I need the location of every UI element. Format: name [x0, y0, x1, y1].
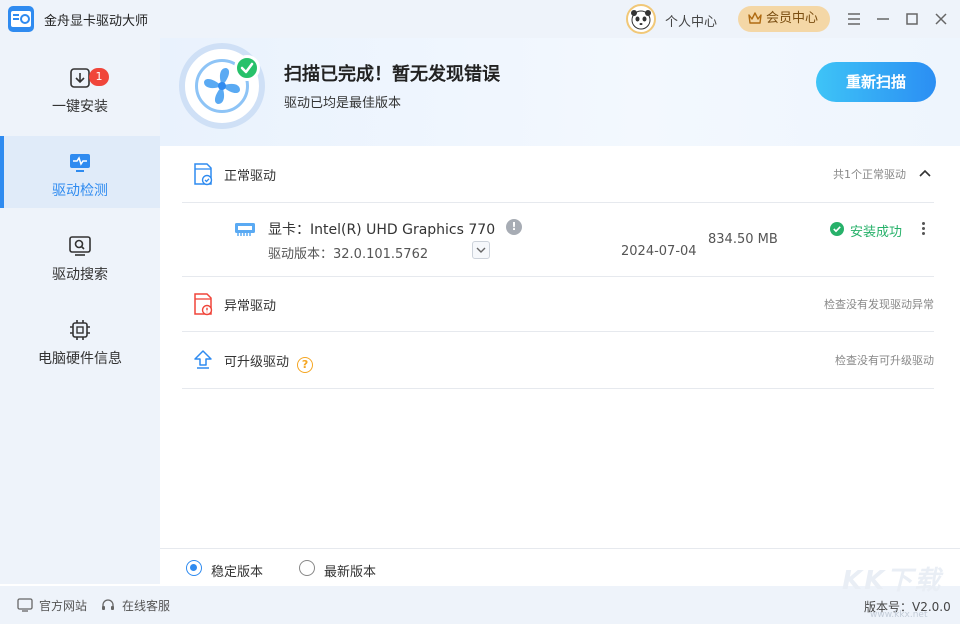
divider	[182, 388, 934, 389]
title-bar: 金舟显卡驱动大师 个人中心 会员中心	[0, 0, 960, 38]
abnormal-drivers-header: 异常驱动 检查没有发现驱动异常	[182, 276, 934, 332]
vip-center-button[interactable]: 会员中心	[738, 6, 830, 32]
monitor-icon	[17, 598, 33, 612]
chevron-up-icon[interactable]	[918, 166, 932, 184]
pulse-monitor-icon	[68, 150, 92, 174]
upgradable-drivers-label: 可升级驱动	[224, 355, 290, 370]
document-check-icon	[192, 162, 214, 186]
install-status-label: 安装成功	[850, 225, 903, 240]
rescan-button[interactable]: 重新扫描	[816, 62, 936, 102]
close-icon[interactable]	[931, 9, 951, 29]
headset-icon	[102, 599, 114, 610]
success-check-icon	[234, 55, 260, 81]
document-warning-icon	[192, 292, 214, 316]
upgradable-drivers-title: 可升级驱动?	[224, 351, 314, 373]
sidebar-item-label: 一键安装	[52, 99, 108, 115]
sidebar-item-label: 驱动检测	[52, 183, 108, 199]
abnormal-drivers-note: 检查没有发现驱动异常	[824, 298, 934, 311]
sidebar: 1 一键安装 驱动检测 驱动搜索 电脑硬件信息	[0, 38, 160, 584]
driver-row: 显卡：Intel(R) UHD Graphics 770 ! 驱动版本：32.0…	[182, 202, 934, 276]
official-website-label: 官方网站	[39, 599, 88, 613]
user-avatar[interactable]	[626, 4, 656, 34]
official-website-link[interactable]: 官方网站	[17, 597, 87, 614]
chevron-down-icon	[476, 247, 486, 253]
sidebar-item-driver-detection[interactable]: 驱动检测	[0, 136, 160, 208]
normal-drivers-title: 正常驱动	[224, 169, 277, 184]
driver-name: 显卡：Intel(R) UHD Graphics 770	[268, 222, 496, 238]
online-support-label: 在线客服	[122, 599, 171, 613]
crown-icon	[748, 12, 762, 24]
scan-result-subtitle: 驱动已均是最佳版本	[284, 96, 402, 111]
driver-size: 834.50 MB	[708, 232, 778, 247]
latest-version-radio[interactable]	[299, 560, 315, 576]
sidebar-item-label: 电脑硬件信息	[38, 351, 122, 367]
chip-icon	[68, 318, 92, 342]
upgrade-arrow-icon	[192, 348, 214, 372]
personal-center-link[interactable]: 个人中心	[665, 11, 717, 30]
app-title: 金舟显卡驱动大师	[44, 14, 149, 29]
footer: 官方网站 在线客服 版本号：V2.0.0	[0, 586, 960, 624]
help-icon[interactable]: ?	[297, 357, 314, 373]
normal-drivers-header[interactable]: 正常驱动 共1个正常驱动	[182, 146, 934, 202]
search-monitor-icon	[68, 234, 92, 258]
notification-badge: 1	[89, 68, 109, 86]
vip-center-label: 会员中心	[766, 11, 819, 26]
minimize-icon[interactable]	[873, 9, 893, 29]
version-dropdown-button[interactable]	[472, 241, 490, 259]
scan-result-title: 扫描已完成！暂无发现错误	[284, 64, 500, 85]
online-support-link[interactable]: 在线客服	[100, 597, 170, 614]
scan-result-banner: 扫描已完成！暂无发现错误 驱动已均是最佳版本 重新扫描	[160, 38, 960, 146]
upgradable-drivers-header: 可升级驱动? 检查没有可升级驱动	[182, 332, 934, 388]
menu-icon[interactable]	[844, 9, 864, 29]
watermark-logo: KK下载	[842, 566, 943, 596]
stable-version-label[interactable]: 稳定版本	[211, 561, 263, 580]
abnormal-drivers-title: 异常驱动	[224, 299, 277, 314]
app-logo-icon	[8, 6, 34, 32]
sidebar-item-hardware-info[interactable]: 电脑硬件信息	[0, 304, 160, 376]
watermark-url: www.kkx.net	[870, 610, 928, 620]
latest-version-label[interactable]: 最新版本	[324, 561, 376, 580]
install-status: 安装成功	[830, 221, 902, 240]
upgradable-drivers-note: 检查没有可升级驱动	[835, 354, 934, 367]
graphics-card-icon	[234, 220, 256, 242]
driver-version: 驱动版本：32.0.101.5762	[268, 247, 429, 262]
driver-date: 2024-07-04	[621, 244, 697, 259]
maximize-icon[interactable]	[902, 9, 922, 29]
check-circle-icon	[830, 222, 844, 236]
version-selector-bar: 稳定版本 最新版本	[160, 548, 960, 586]
info-icon[interactable]: !	[506, 219, 522, 235]
stable-version-radio[interactable]	[186, 560, 202, 576]
normal-drivers-count: 共1个正常驱动	[833, 168, 906, 181]
sidebar-item-label: 驱动搜索	[52, 267, 108, 283]
sidebar-item-one-click-install[interactable]: 1 一键安装	[0, 52, 160, 124]
more-options-icon[interactable]	[918, 220, 928, 238]
sidebar-item-driver-search[interactable]: 驱动搜索	[0, 220, 160, 292]
